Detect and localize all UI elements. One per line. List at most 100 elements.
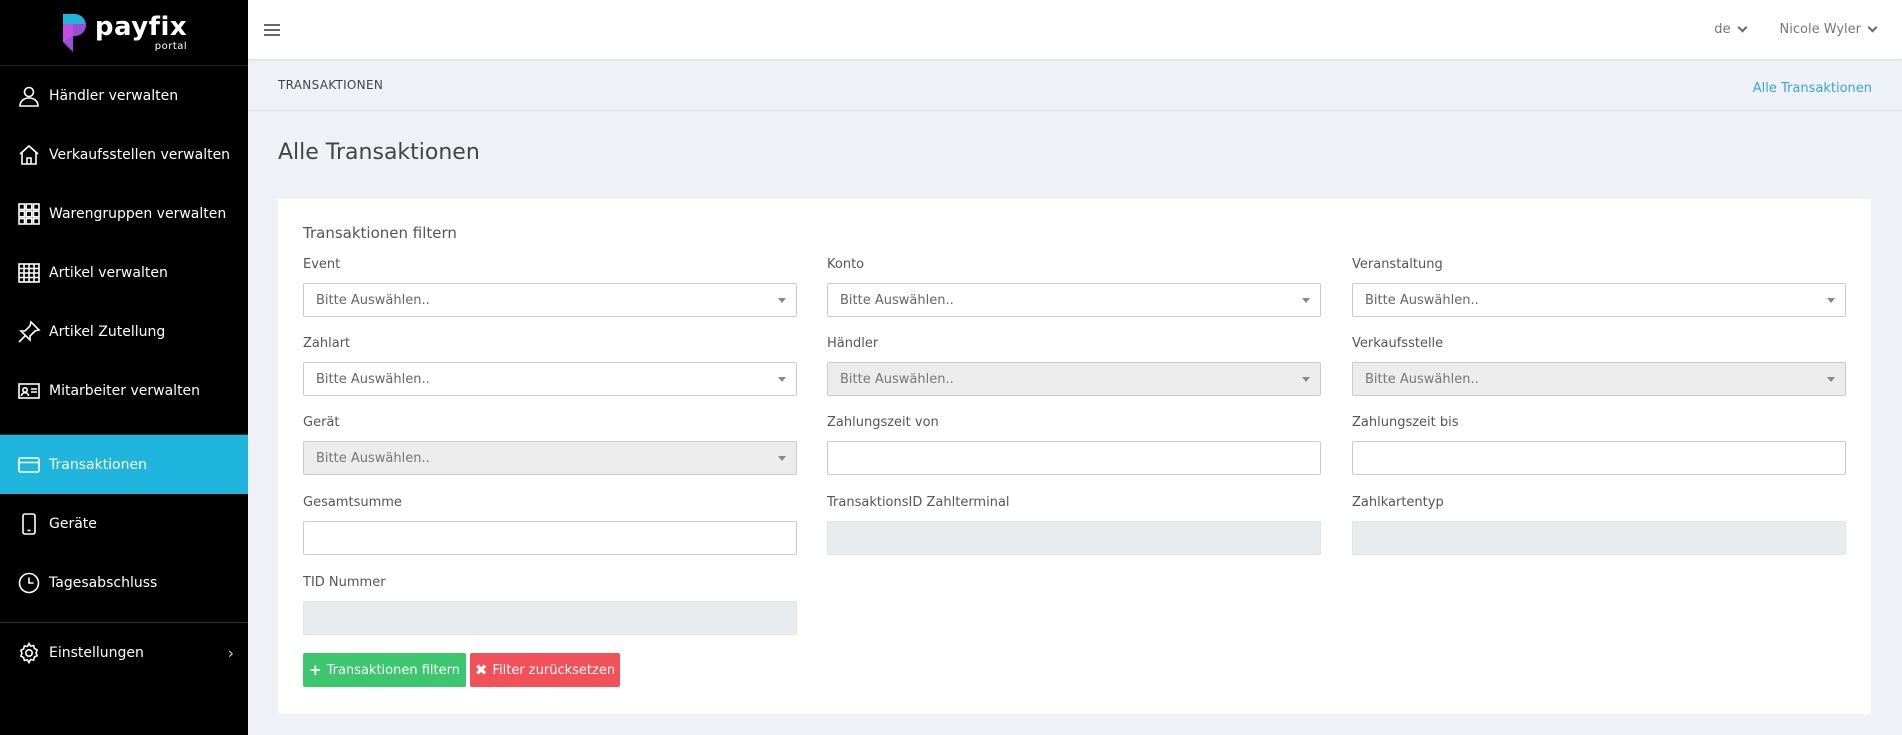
plus-icon: + bbox=[309, 661, 322, 679]
veranstaltung-select-value: Bitte Auswählen.. bbox=[1365, 292, 1479, 308]
geraet-select-value: Bitte Auswählen.. bbox=[316, 450, 430, 466]
zahlungszeit-von-field: Zahlungszeit von bbox=[827, 415, 1321, 475]
verkaufsstelle-label: Verkaufsstelle bbox=[1352, 336, 1444, 351]
zahlungszeit-bis-label: Zahlungszeit bis bbox=[1352, 415, 1459, 430]
zahlart-select-value: Bitte Auswählen.. bbox=[316, 371, 430, 387]
user-menu-dropdown[interactable]: Nicole Wyler bbox=[1779, 22, 1878, 37]
verkaufsstelle-select[interactable]: Bitte Auswählen.. bbox=[1352, 362, 1846, 396]
event-select-value: Bitte Auswählen.. bbox=[316, 292, 430, 308]
zahlkartentyp-input[interactable] bbox=[1352, 521, 1846, 555]
caret-down-icon bbox=[1827, 298, 1835, 303]
filter-card: Transaktionen filtern Event Bitte Auswäh… bbox=[278, 199, 1871, 714]
zahlungszeit-bis-input[interactable] bbox=[1352, 441, 1846, 475]
language-label: de bbox=[1714, 22, 1731, 37]
zahlart-field: Zahlart Bitte Auswählen.. bbox=[303, 336, 797, 396]
zahlungszeit-von-input[interactable] bbox=[827, 441, 1321, 475]
konto-label: Konto bbox=[827, 257, 865, 272]
konto-select[interactable]: Bitte Auswählen.. bbox=[827, 283, 1321, 317]
page-title: Alle Transaktionen bbox=[278, 140, 480, 165]
tid-nummer-label: TID Nummer bbox=[303, 575, 386, 590]
sidebar-item-artikel[interactable]: Artikel verwalten bbox=[0, 243, 248, 302]
tid-nummer-field: TID Nummer bbox=[303, 575, 797, 635]
chevron-down-icon bbox=[1867, 22, 1878, 33]
transaktions-id-label: TransaktionsID Zahlterminal bbox=[827, 495, 1010, 510]
filter-apply-button[interactable]: + Transaktionen filtern bbox=[303, 653, 466, 687]
home-icon bbox=[17, 143, 41, 167]
grid-icon bbox=[17, 202, 41, 226]
table-grid-icon bbox=[17, 261, 41, 285]
zahlungszeit-von-label: Zahlungszeit von bbox=[827, 415, 939, 430]
breadcrumb-current: TRANSAKTIONEN bbox=[278, 77, 384, 92]
veranstaltung-select[interactable]: Bitte Auswählen.. bbox=[1352, 283, 1846, 317]
sidebar-item-label: Händler verwalten bbox=[49, 87, 179, 104]
sidebar-item-label: Artikel verwalten bbox=[49, 264, 168, 281]
breadcrumb-link[interactable]: Alle Transaktionen bbox=[1753, 81, 1872, 96]
sidebar-item-label: Warengruppen verwalten bbox=[49, 205, 227, 222]
zahlart-select[interactable]: Bitte Auswählen.. bbox=[303, 362, 797, 396]
veranstaltung-label: Veranstaltung bbox=[1352, 257, 1443, 272]
konto-select-value: Bitte Auswählen.. bbox=[840, 292, 954, 308]
gesamtsumme-input[interactable] bbox=[303, 521, 797, 555]
event-label: Event bbox=[303, 257, 341, 272]
sidebar-item-label: Einstellungen bbox=[49, 644, 144, 661]
konto-field: Konto Bitte Auswählen.. bbox=[827, 257, 1321, 317]
tid-nummer-input[interactable] bbox=[303, 601, 797, 635]
sidebar-item-haendler[interactable]: Händler verwalten bbox=[0, 66, 248, 125]
caret-down-icon bbox=[778, 377, 786, 382]
zahlkartentyp-field: Zahlkartentyp bbox=[1352, 495, 1846, 555]
gesamtsumme-field: Gesamtsumme bbox=[303, 495, 797, 555]
filter-reset-label: Filter zurücksetzen bbox=[492, 662, 616, 678]
id-card-icon bbox=[17, 379, 41, 403]
gear-icon bbox=[17, 641, 41, 665]
breadcrumb: TRANSAKTIONEN Alle Transaktionen bbox=[248, 59, 1902, 111]
caret-down-icon bbox=[1302, 298, 1310, 303]
filter-reset-button[interactable]: ✖ Filter zurücksetzen bbox=[470, 653, 620, 687]
sidebar-item-verkaufsstellen[interactable]: Verkaufsstellen verwalten bbox=[0, 125, 248, 184]
sidebar-item-mitarbeiter[interactable]: Mitarbeiter verwalten bbox=[0, 361, 248, 420]
pin-icon bbox=[17, 319, 41, 344]
sidebar-item-artikel-zutellung[interactable]: Artikel Zutellung bbox=[0, 302, 248, 361]
haendler-label: Händler bbox=[827, 336, 879, 351]
sidebar-item-label: Mitarbeiter verwalten bbox=[49, 382, 201, 399]
menu-toggle-icon[interactable] bbox=[264, 23, 280, 36]
sidebar-item-label: Artikel Zutellung bbox=[49, 323, 166, 340]
caret-down-icon bbox=[1827, 377, 1835, 382]
zahlart-label: Zahlart bbox=[303, 336, 351, 351]
sidebar-item-transaktionen[interactable]: Transaktionen bbox=[0, 435, 248, 494]
sidebar-item-label: Tagesabschluss bbox=[49, 574, 158, 591]
close-icon: ✖ bbox=[474, 661, 488, 679]
sidebar-item-tagesabschluss[interactable]: Tagesabschluss bbox=[0, 553, 248, 612]
zahlkartentyp-label: Zahlkartentyp bbox=[1352, 495, 1444, 510]
haendler-select-value: Bitte Auswählen.. bbox=[840, 371, 954, 387]
haendler-field: Händler Bitte Auswählen.. bbox=[827, 336, 1321, 396]
credit-card-icon bbox=[17, 453, 41, 477]
sidebar-item-warengruppen[interactable]: Warengruppen verwalten bbox=[0, 184, 248, 243]
zahlungszeit-bis-field: Zahlungszeit bis bbox=[1352, 415, 1846, 475]
haendler-select[interactable]: Bitte Auswählen.. bbox=[827, 362, 1321, 396]
sidebar-item-label: Transaktionen bbox=[49, 456, 147, 473]
gesamtsumme-label: Gesamtsumme bbox=[303, 495, 402, 510]
geraet-label: Gerät bbox=[303, 415, 340, 430]
transaktions-id-input[interactable] bbox=[827, 521, 1321, 555]
language-dropdown[interactable]: de bbox=[1714, 22, 1747, 37]
event-select[interactable]: Bitte Auswählen.. bbox=[303, 283, 797, 317]
veranstaltung-field: Veranstaltung Bitte Auswählen.. bbox=[1352, 257, 1846, 317]
filter-title: Transaktionen filtern bbox=[303, 224, 457, 242]
brand-name: payfix bbox=[94, 11, 188, 42]
geraet-select[interactable]: Bitte Auswählen.. bbox=[303, 441, 797, 475]
verkaufsstelle-field: Verkaufsstelle Bitte Auswählen.. bbox=[1352, 336, 1846, 396]
sidebar-item-label: Geräte bbox=[49, 515, 97, 532]
phone-icon bbox=[17, 512, 41, 536]
user-name: Nicole Wyler bbox=[1779, 22, 1861, 37]
payfix-logo-icon bbox=[61, 12, 87, 54]
sidebar-item-einstellungen[interactable]: Einstellungen › bbox=[0, 623, 248, 682]
caret-down-icon bbox=[778, 456, 786, 461]
transaktions-id-field: TransaktionsID Zahlterminal bbox=[827, 495, 1321, 555]
sidebar: payfix portal Händler verwalten Verkaufs… bbox=[0, 0, 248, 735]
clock-icon bbox=[17, 571, 41, 595]
event-field: Event Bitte Auswählen.. bbox=[303, 257, 797, 317]
logo[interactable]: payfix portal bbox=[0, 0, 248, 66]
chevron-down-icon bbox=[1737, 22, 1747, 33]
sidebar-item-geraete[interactable]: Geräte bbox=[0, 494, 248, 553]
brand-subtitle: portal bbox=[154, 40, 188, 52]
